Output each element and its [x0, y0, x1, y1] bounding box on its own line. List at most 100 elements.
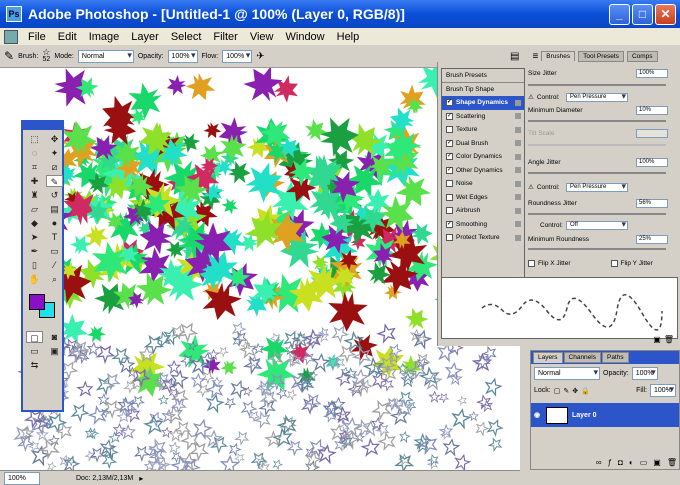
- tab-tool-presets[interactable]: Tool Presets: [578, 50, 624, 62]
- quick-mask-icon[interactable]: ◙: [46, 331, 63, 343]
- healing-brush-icon[interactable]: ✚: [26, 175, 43, 187]
- size-jitter-slider[interactable]: [528, 84, 666, 86]
- menu-file[interactable]: File: [22, 31, 52, 43]
- tab-channels[interactable]: Channels: [563, 352, 601, 363]
- delete-layer-icon[interactable]: 🗑: [667, 458, 677, 467]
- noise-checkbox[interactable]: [446, 180, 453, 188]
- other-dynamics-item[interactable]: ✓ Other Dynamics: [442, 164, 524, 178]
- close-button[interactable]: ✕: [655, 4, 676, 25]
- shape-tool-icon[interactable]: ▭: [46, 245, 63, 257]
- min-diameter-input[interactable]: 10%: [636, 105, 668, 115]
- lock-pixels-icon[interactable]: ✎: [563, 387, 569, 395]
- zoom-level[interactable]: 100%: [4, 471, 40, 485]
- color-dynamics-checkbox[interactable]: ✓: [446, 153, 453, 161]
- flip-y-checkbox[interactable]: [610, 259, 618, 267]
- shape-dynamics-checkbox[interactable]: ✓: [446, 99, 453, 107]
- flip-x-checkbox[interactable]: [528, 259, 535, 267]
- menu-filter[interactable]: Filter: [207, 31, 243, 43]
- blend-mode-select[interactable]: Normal: [534, 367, 600, 380]
- dual-brush-checkbox[interactable]: ✓: [446, 139, 453, 147]
- maximize-button[interactable]: □: [632, 4, 653, 25]
- lock-transparency-icon[interactable]: ▢: [554, 387, 561, 395]
- jump-to-imageready-icon[interactable]: ⇆: [26, 359, 43, 371]
- adjustment-layer-icon[interactable]: ◐: [629, 458, 634, 467]
- shape-dynamics-item[interactable]: ✓ Shape Dynamics: [442, 96, 524, 110]
- wet-edges-checkbox[interactable]: [446, 193, 453, 201]
- scattering-checkbox[interactable]: ✓: [446, 112, 453, 120]
- airbrush-checkbox[interactable]: [446, 207, 453, 215]
- texture-item[interactable]: Texture: [442, 123, 524, 137]
- other-dynamics-checkbox[interactable]: ✓: [446, 166, 453, 174]
- status-arrow-icon[interactable]: ▸: [139, 474, 143, 483]
- layer-opacity-input[interactable]: 100%: [631, 367, 658, 380]
- opacity-input[interactable]: 100%: [167, 49, 198, 63]
- fullscreen-mode-icon[interactable]: ▣: [46, 345, 63, 357]
- texture-checkbox[interactable]: [446, 126, 453, 134]
- screen-mode-icon[interactable]: ▭: [26, 345, 43, 357]
- smoothing-item[interactable]: ✓ Smoothing: [442, 218, 524, 232]
- crop-tool-icon[interactable]: ⌗: [26, 161, 43, 173]
- eraser-tool-icon[interactable]: ▱: [26, 203, 43, 215]
- link-layers-icon[interactable]: ∞: [596, 458, 602, 467]
- layer-style-icon[interactable]: ƒ: [608, 458, 612, 467]
- dodge-tool-icon[interactable]: ●: [46, 217, 63, 229]
- menu-select[interactable]: Select: [165, 31, 208, 43]
- control3-select[interactable]: Off: [566, 220, 628, 230]
- layer-mask-icon[interactable]: ◘: [618, 458, 623, 467]
- control2-select[interactable]: Pen Pressure: [566, 182, 628, 192]
- tab-paths[interactable]: Paths: [601, 352, 629, 363]
- layer-row[interactable]: ◉ Layer 0: [531, 403, 679, 427]
- menu-view[interactable]: View: [244, 31, 280, 43]
- color-dynamics-item[interactable]: ✓ Color Dynamics: [442, 150, 524, 164]
- size-jitter-input[interactable]: 100%: [636, 68, 668, 78]
- flow-input[interactable]: 100%: [222, 49, 253, 63]
- menu-window[interactable]: Window: [280, 31, 331, 43]
- brush-tool-icon[interactable]: ✎: [46, 175, 63, 187]
- min-diameter-slider[interactable]: [528, 120, 666, 122]
- menu-image[interactable]: Image: [83, 31, 126, 43]
- dual-brush-item[interactable]: ✓ Dual Brush: [442, 137, 524, 151]
- airbrush-icon[interactable]: ✈: [256, 51, 264, 62]
- lock-all-icon[interactable]: 🔒: [581, 387, 590, 395]
- angle-jitter-input[interactable]: 100%: [636, 157, 668, 167]
- brush-picker[interactable]: ☆ 52: [42, 48, 50, 64]
- roundness-jitter-slider[interactable]: [528, 213, 666, 215]
- noise-item[interactable]: Noise: [442, 177, 524, 191]
- pen-tool-icon[interactable]: ✒: [26, 245, 43, 257]
- mode-select[interactable]: Normal: [77, 49, 134, 63]
- wet-edges-item[interactable]: Wet Edges: [442, 191, 524, 205]
- tab-brushes[interactable]: Brushes: [541, 51, 576, 61]
- eyedropper-icon[interactable]: ⁄: [46, 259, 63, 271]
- magic-wand-icon[interactable]: ✦: [46, 147, 63, 159]
- foreground-color-swatch[interactable]: [29, 294, 45, 310]
- control-select[interactable]: Pen Pressure: [566, 92, 628, 102]
- file-browser-icon[interactable]: ▤: [510, 51, 519, 62]
- brush-tip-shape-item[interactable]: Brush Tip Shape: [442, 83, 524, 97]
- delete-preset-icon[interactable]: 🗑: [664, 335, 674, 344]
- move-tool-icon[interactable]: ✥: [46, 133, 63, 145]
- toolbox-title-bar[interactable]: [23, 122, 62, 130]
- new-group-icon[interactable]: ▭: [640, 458, 648, 467]
- protect-texture-checkbox[interactable]: [446, 234, 453, 242]
- menu-edit[interactable]: Edit: [52, 31, 83, 43]
- tab-layers[interactable]: Layers: [533, 352, 563, 363]
- document-icon[interactable]: [4, 29, 18, 44]
- notes-tool-icon[interactable]: ▯: [26, 259, 43, 271]
- gradient-tool-icon[interactable]: ▤: [46, 203, 63, 215]
- protect-texture-item[interactable]: Protect Texture: [442, 231, 524, 245]
- min-roundness-slider[interactable]: [528, 248, 666, 250]
- airbrush-item[interactable]: Airbrush: [442, 204, 524, 218]
- type-tool-icon[interactable]: T: [46, 231, 63, 243]
- standard-mode-icon[interactable]: ▢: [26, 331, 43, 343]
- history-brush-icon[interactable]: ↺: [46, 189, 63, 201]
- smoothing-checkbox[interactable]: ✓: [446, 220, 453, 228]
- angle-jitter-slider[interactable]: [528, 172, 666, 174]
- min-roundness-input[interactable]: 25%: [636, 234, 668, 244]
- menu-layer[interactable]: Layer: [125, 31, 165, 43]
- blur-tool-icon[interactable]: ◆: [26, 217, 43, 229]
- lasso-tool-icon[interactable]: ◌: [26, 147, 43, 159]
- minimize-button[interactable]: _: [609, 4, 630, 25]
- palette-menu-icon[interactable]: ≡: [532, 51, 538, 62]
- slice-tool-icon[interactable]: ⧄: [46, 161, 63, 173]
- zoom-tool-icon[interactable]: ⌕: [46, 273, 63, 285]
